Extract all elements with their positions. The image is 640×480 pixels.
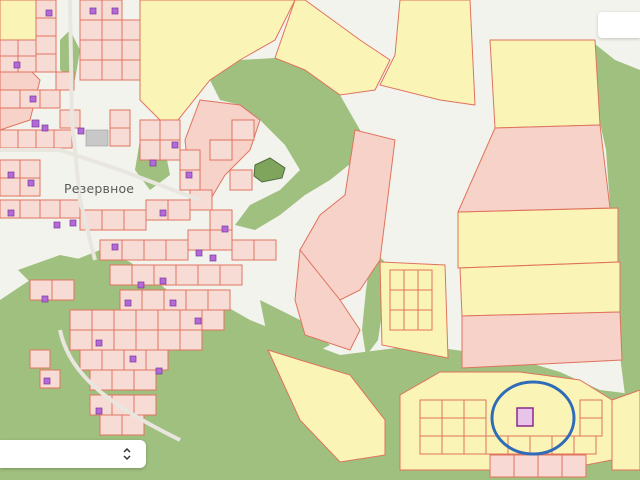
bottom-lots: [489, 454, 587, 478]
place-label: Резервное: [64, 181, 135, 196]
map-control-top-right[interactable]: [598, 12, 640, 38]
layer-select[interactable]: [0, 440, 146, 468]
chevron-updown-icon: [123, 447, 131, 461]
cadastral-map[interactable]: [0, 0, 640, 480]
grey-building: [85, 129, 109, 147]
selected-property[interactable]: [516, 407, 534, 427]
